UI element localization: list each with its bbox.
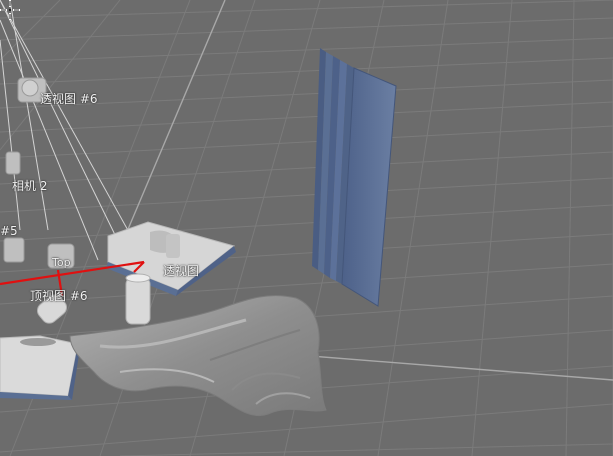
viewport-label-top[interactable]: Top	[52, 256, 71, 270]
viewport-label-top-view-6[interactable]: 顶视图 #6	[30, 289, 88, 303]
viewport-label-partial-5[interactable]: #5	[0, 224, 18, 238]
scene-canvas	[0, 0, 613, 456]
crosshair-cursor-icon	[0, 0, 20, 20]
book-object	[0, 335, 80, 400]
viewport-label-perspective[interactable]: 透视图	[163, 264, 199, 278]
blue-panels-stack	[312, 48, 397, 307]
3d-viewport[interactable]: 透视图 #6 相机 2 #5 Top 顶视图 #6 透视图	[0, 0, 613, 456]
viewport-label-camera-2[interactable]: 相机 2	[12, 179, 47, 193]
viewport-label-perspective-6[interactable]: 透视图 #6	[40, 92, 98, 106]
